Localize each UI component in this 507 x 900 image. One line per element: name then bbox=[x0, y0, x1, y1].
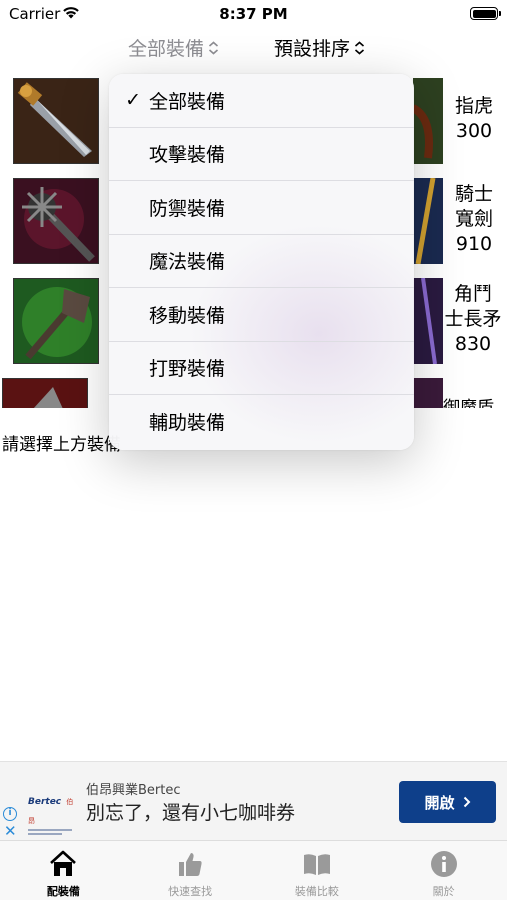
menu-item-support[interactable]: 輔助裝備 bbox=[109, 395, 414, 449]
menu-item-label: 移動裝備 bbox=[149, 304, 226, 327]
ad-open-button[interactable]: 開啟 bbox=[399, 781, 496, 823]
ad-headline: 別忘了，還有小七咖啡券 bbox=[86, 802, 296, 824]
info-icon bbox=[430, 851, 457, 877]
item-name: 角鬥 士長矛 830 bbox=[444, 283, 502, 355]
checkmark-icon: ✓ bbox=[125, 89, 141, 112]
menu-item-label: 輔助裝備 bbox=[149, 412, 226, 435]
category-filter-button[interactable]: 全部裝備 bbox=[128, 34, 219, 61]
tab-bar: 配裝備 快速查找 裝備比較 關於 bbox=[0, 840, 507, 900]
tab-compare[interactable]: 裝備比較 bbox=[254, 841, 381, 900]
item-thumb-partial[interactable] bbox=[413, 278, 443, 364]
menu-item-label: 全部裝備 bbox=[149, 90, 226, 113]
ad-advertiser-name: 伯昂興業Bertec bbox=[86, 783, 181, 798]
ad-info-icon[interactable]: i bbox=[3, 807, 17, 821]
item-name: 指虎 300 bbox=[454, 95, 493, 142]
ad-banner[interactable]: Bertec 伯昂 伯昂興業Bertec 別忘了，還有小七咖啡券 開啟 i ✕ bbox=[0, 761, 507, 840]
item-thumb-partial[interactable] bbox=[413, 78, 443, 164]
tab-label: 配裝備 bbox=[46, 885, 80, 898]
item-thumb-partial[interactable] bbox=[413, 378, 443, 408]
menu-item-label: 攻擊裝備 bbox=[149, 144, 226, 167]
home-icon bbox=[50, 850, 77, 876]
menu-item-label: 打野裝備 bbox=[149, 358, 226, 381]
sort-filter-label: 預設排序 bbox=[274, 38, 351, 60]
clock: 8:37 PM bbox=[219, 5, 288, 23]
category-filter-label: 全部裝備 bbox=[128, 38, 205, 60]
item-thumb-partial[interactable] bbox=[413, 178, 443, 264]
red-blade-icon[interactable] bbox=[2, 378, 88, 408]
ad-close-icon[interactable]: ✕ bbox=[4, 822, 17, 840]
dagger-icon[interactable] bbox=[13, 78, 99, 164]
chevron-up-down-icon bbox=[354, 40, 365, 55]
thumbs-up-icon bbox=[179, 853, 202, 876]
tab-quick-search[interactable]: 快速查找 bbox=[127, 841, 254, 900]
tab-label: 快速查找 bbox=[168, 885, 213, 898]
menu-item-defense[interactable]: 防禦裝備 bbox=[109, 181, 414, 235]
menu-item-jungle[interactable]: 打野裝備 bbox=[109, 342, 414, 395]
item-name: 騎士 寬劍 910 bbox=[454, 183, 493, 255]
status-bar: Carrier 8:37 PM bbox=[0, 0, 507, 28]
spiked-mace-icon[interactable] bbox=[13, 178, 99, 264]
menu-item-attack[interactable]: 攻擊裝備 bbox=[109, 128, 414, 181]
tab-label: 裝備比較 bbox=[294, 885, 339, 898]
filter-bar: 全部裝備 預設排序 bbox=[0, 28, 507, 68]
menu-item-label: 魔法裝備 bbox=[149, 251, 226, 274]
tab-equip[interactable]: 配裝備 bbox=[0, 841, 127, 900]
sort-filter-button[interactable]: 預設排序 bbox=[274, 34, 365, 61]
tab-about[interactable]: 關於 bbox=[380, 841, 507, 900]
green-axe-icon[interactable] bbox=[13, 278, 99, 364]
chevron-right-icon bbox=[463, 796, 470, 808]
menu-item-all[interactable]: ✓ 全部裝備 bbox=[109, 74, 414, 128]
hint-text: 請選擇上方裝備 bbox=[2, 435, 121, 455]
tab-label: 關於 bbox=[432, 885, 455, 898]
menu-item-label: 防禦裝備 bbox=[149, 197, 226, 220]
ad-open-label: 開啟 bbox=[424, 793, 455, 812]
item-name: 御魔盾 bbox=[443, 398, 494, 408]
category-dropdown-menu: ✓ 全部裝備 攻擊裝備 防禦裝備 魔法裝備 移動裝備 打野裝備 輔助裝備 bbox=[109, 74, 414, 450]
chevron-up-down-icon bbox=[208, 40, 219, 55]
open-book-icon bbox=[303, 854, 330, 875]
advertiser-logo: Bertec 伯昂 bbox=[28, 789, 74, 835]
menu-item-movement[interactable]: 移動裝備 bbox=[109, 288, 414, 342]
menu-item-magic[interactable]: 魔法裝備 bbox=[109, 235, 414, 288]
battery-icon bbox=[470, 7, 501, 20]
